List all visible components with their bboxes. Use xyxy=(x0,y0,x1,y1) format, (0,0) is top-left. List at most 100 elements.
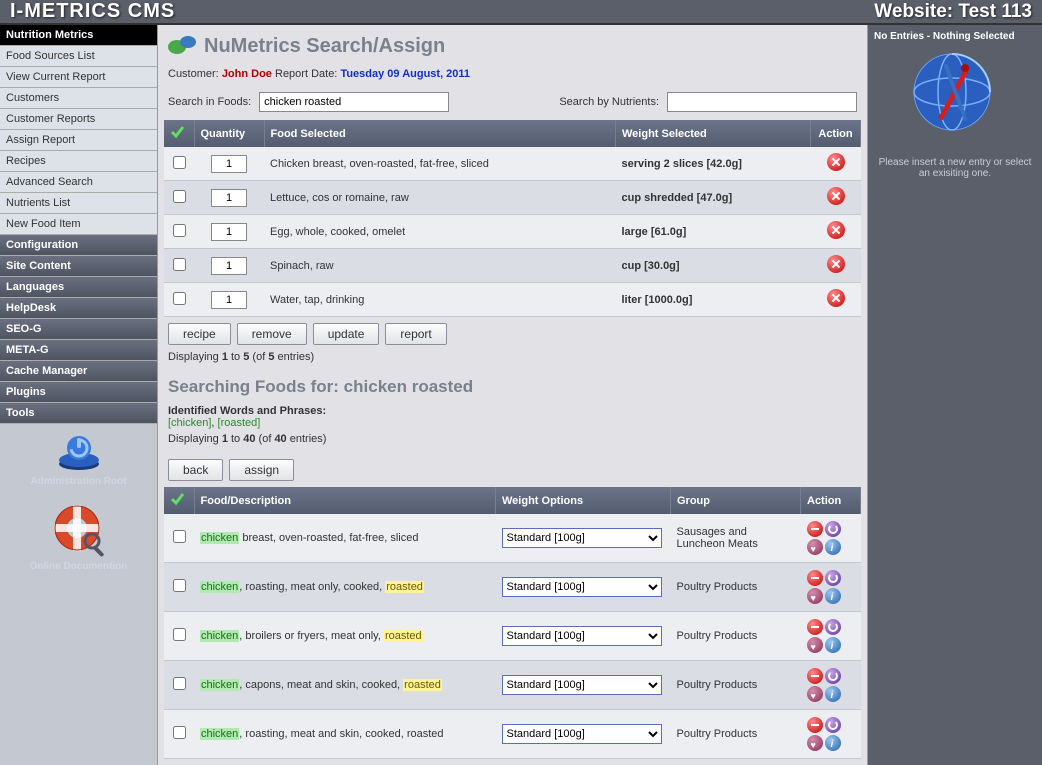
recipe-button[interactable]: recipe xyxy=(168,323,231,345)
sidebar-section-meta-g[interactable]: META-G xyxy=(0,340,157,361)
table-row: chicken, roasting, meat only, cooked, ro… xyxy=(164,563,861,612)
row-checkbox[interactable] xyxy=(173,156,186,169)
table-row: chicken, roasting, meat and skin, cooked… xyxy=(164,710,861,759)
sidebar-item-recipes[interactable]: Recipes xyxy=(0,151,157,172)
sidebar-item-nutrients-list[interactable]: Nutrients List xyxy=(0,193,157,214)
page-title: NuMetrics Search/Assign xyxy=(168,35,861,58)
sidebar-item-assign-report[interactable]: Assign Report xyxy=(0,130,157,151)
desc-cell: chicken, roasting, meat only, cooked, ro… xyxy=(194,563,496,612)
weight-select[interactable]: Standard [100g] xyxy=(502,675,662,695)
quantity-input[interactable] xyxy=(211,189,247,207)
weight-select[interactable]: Standard [100g] xyxy=(502,577,662,597)
delete-icon[interactable] xyxy=(827,255,845,273)
favorite-icon[interactable] xyxy=(807,735,823,751)
lifebuoy-icon xyxy=(52,503,106,557)
table-row: Lettuce, cos or romaine, rawcup shredded… xyxy=(164,181,861,215)
delete-icon[interactable] xyxy=(827,221,845,239)
row-checkbox[interactable] xyxy=(173,579,186,592)
sidebar-section-cache[interactable]: Cache Manager xyxy=(0,361,157,382)
remove-icon[interactable] xyxy=(807,619,823,635)
back-button[interactable]: back xyxy=(168,459,223,481)
check-all-icon[interactable] xyxy=(170,125,184,139)
remove-icon[interactable] xyxy=(807,717,823,733)
sidebar-item-new-food[interactable]: New Food Item xyxy=(0,214,157,235)
weight-cell: serving 2 slices [42.0g] xyxy=(616,147,811,181)
remove-icon[interactable] xyxy=(807,668,823,684)
search-nutrients-input[interactable] xyxy=(667,92,857,112)
online-doc-block[interactable]: Online Documention xyxy=(0,495,157,580)
sidebar-section-seo-g[interactable]: SEO-G xyxy=(0,319,157,340)
sidebar-section-configuration[interactable]: Configuration xyxy=(0,235,157,256)
remove-icon[interactable] xyxy=(807,521,823,537)
remove-button[interactable]: remove xyxy=(237,323,307,345)
power-icon xyxy=(54,432,104,472)
quantity-input[interactable] xyxy=(211,155,247,173)
weight-cell: liter [1000.0g] xyxy=(616,283,811,317)
sidebar-item-customers[interactable]: Customers xyxy=(0,88,157,109)
weight-cell: cup [30.0g] xyxy=(616,249,811,283)
quantity-input[interactable] xyxy=(211,223,247,241)
sidebar-section-helpdesk[interactable]: HelpDesk xyxy=(0,298,157,319)
link-icon[interactable] xyxy=(825,570,841,586)
nav-button-row: back assign xyxy=(168,459,857,481)
info-icon[interactable] xyxy=(825,637,841,653)
sidebar-header[interactable]: Nutrition Metrics xyxy=(0,25,157,46)
search-foods-label: Search in Foods: xyxy=(168,96,251,108)
link-icon[interactable] xyxy=(825,717,841,733)
link-icon[interactable] xyxy=(825,668,841,684)
row-checkbox[interactable] xyxy=(173,677,186,690)
row-checkbox[interactable] xyxy=(173,292,186,305)
favorite-icon[interactable] xyxy=(807,637,823,653)
weight-select[interactable]: Standard [100g] xyxy=(502,626,662,646)
weight-select[interactable]: Standard [100g] xyxy=(502,528,662,548)
link-icon[interactable] xyxy=(825,619,841,635)
rp-title: No Entries - Nothing Selected xyxy=(874,31,1036,42)
report-button[interactable]: report xyxy=(385,323,446,345)
report-date: Tuesday 09 August, 2011 xyxy=(340,68,470,80)
th-action: Action xyxy=(811,120,861,147)
sidebar-section-tools[interactable]: Tools xyxy=(0,403,157,424)
group-cell: Poultry Products xyxy=(671,661,801,710)
sidebar-item-advanced-search[interactable]: Advanced Search xyxy=(0,172,157,193)
update-button[interactable]: update xyxy=(313,323,380,345)
admin-root-block[interactable]: Administration Root xyxy=(0,424,157,495)
row-checkbox[interactable] xyxy=(173,530,186,543)
remove-icon[interactable] xyxy=(807,570,823,586)
row-checkbox[interactable] xyxy=(173,726,186,739)
search-foods-input[interactable] xyxy=(259,92,449,112)
sidebar-item-customer-reports[interactable]: Customer Reports xyxy=(0,109,157,130)
rp-hint: Please insert a new entry or select an e… xyxy=(874,157,1036,179)
row-checkbox[interactable] xyxy=(173,628,186,641)
quantity-input[interactable] xyxy=(211,291,247,309)
sidebar-item-view-report[interactable]: View Current Report xyxy=(0,67,157,88)
row-checkbox[interactable] xyxy=(173,258,186,271)
delete-icon[interactable] xyxy=(827,187,845,205)
link-icon[interactable] xyxy=(825,521,841,537)
delete-icon[interactable] xyxy=(827,153,845,171)
info-icon[interactable] xyxy=(825,539,841,555)
favorite-icon[interactable] xyxy=(807,686,823,702)
assign-button[interactable]: assign xyxy=(229,459,294,481)
th-food: Food Selected xyxy=(264,120,616,147)
favorite-icon[interactable] xyxy=(807,588,823,604)
sidebar-section-plugins[interactable]: Plugins xyxy=(0,382,157,403)
table-row: chicken, broilers or fryers, meat only, … xyxy=(164,612,861,661)
quantity-input[interactable] xyxy=(211,257,247,275)
action-button-row: recipe remove update report xyxy=(168,323,857,345)
info-icon[interactable] xyxy=(825,735,841,751)
customer-label: Customer: xyxy=(168,68,219,80)
check-all-results-icon[interactable] xyxy=(170,492,184,506)
sidebar-section-languages[interactable]: Languages xyxy=(0,277,157,298)
info-icon[interactable] xyxy=(825,588,841,604)
row-checkbox[interactable] xyxy=(173,190,186,203)
sidebar-item-food-sources[interactable]: Food Sources List xyxy=(0,46,157,67)
row-checkbox[interactable] xyxy=(173,224,186,237)
weight-select[interactable]: Standard [100g] xyxy=(502,724,662,744)
report-date-label: Report Date: xyxy=(275,68,337,80)
table-row: chicken breast, oven-roasted, fat-free, … xyxy=(164,514,861,563)
info-icon[interactable] xyxy=(825,686,841,702)
food-cell: Water, tap, drinking xyxy=(264,283,616,317)
favorite-icon[interactable] xyxy=(807,539,823,555)
delete-icon[interactable] xyxy=(827,289,845,307)
sidebar-section-site-content[interactable]: Site Content xyxy=(0,256,157,277)
